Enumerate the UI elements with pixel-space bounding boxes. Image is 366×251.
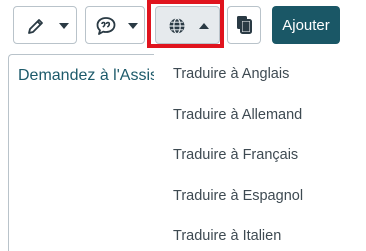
menu-item-translate-italian[interactable]: Traduire à Italien bbox=[173, 224, 281, 248]
translate-dropdown-button[interactable] bbox=[155, 6, 220, 44]
chevron-down-icon bbox=[128, 23, 138, 29]
globe-icon bbox=[167, 16, 187, 36]
menu-item-translate-german[interactable]: Traduire à Allemand bbox=[173, 103, 302, 127]
comment-dropdown-button[interactable] bbox=[85, 6, 145, 44]
assistant-input[interactable]: Demandez à l'Assistant bbox=[8, 54, 178, 251]
copy-icon bbox=[234, 14, 254, 36]
add-button[interactable]: Ajouter bbox=[272, 6, 340, 44]
pencil-icon bbox=[26, 16, 46, 36]
chevron-down-icon bbox=[59, 23, 69, 29]
copy-button[interactable] bbox=[227, 6, 261, 44]
menu-item-translate-spanish[interactable]: Traduire à Espagnol bbox=[173, 184, 303, 208]
menu-item-translate-english[interactable]: Traduire à Anglais bbox=[173, 62, 289, 86]
speech-bubble-icon bbox=[95, 15, 117, 37]
toolbar: Ajouter bbox=[0, 0, 366, 48]
translate-menu: Traduire à Anglais Traduire à Allemand T… bbox=[154, 52, 366, 251]
chevron-up-icon bbox=[199, 23, 209, 29]
menu-item-translate-french[interactable]: Traduire à Français bbox=[173, 143, 298, 167]
edit-dropdown-button[interactable] bbox=[13, 6, 77, 44]
